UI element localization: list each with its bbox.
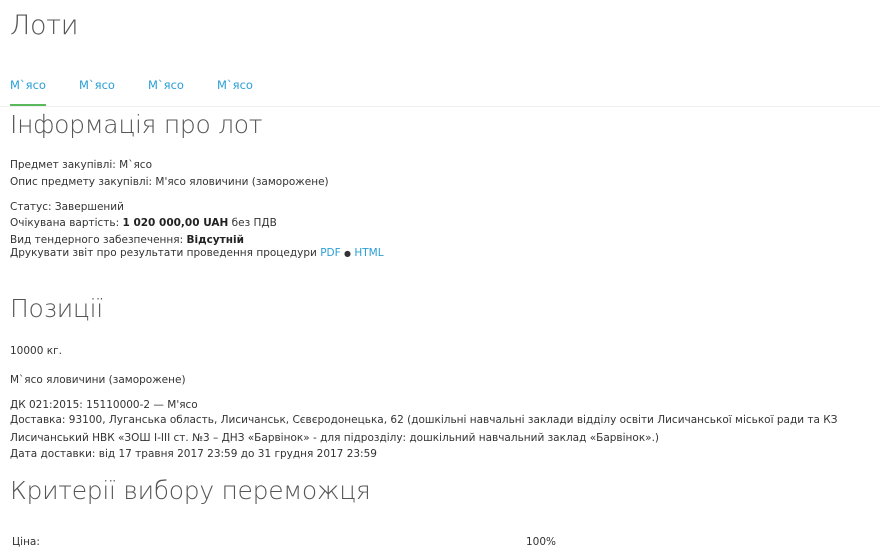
criteria-price-label: Ціна: (12, 536, 40, 548)
positions-heading: Позиції (10, 294, 103, 323)
subject-label: Предмет закупівлі: (10, 159, 116, 171)
position-classifier: ДК 021:2015: 15110000-2 — М'ясо (10, 399, 198, 411)
criteria-heading: Критерії вибору переможця (10, 476, 371, 505)
position-quantity: 10000 кг. (10, 345, 62, 357)
status-label: Статус: (10, 201, 52, 213)
tab-lot-3[interactable]: М`ясо (148, 78, 184, 104)
position-delivery-line1: Доставка: 93100, Луганська область, Лиси… (10, 414, 838, 426)
subject-row: Предмет закупівлі: М`ясо (10, 158, 152, 172)
tab-lot-2[interactable]: М`ясо (79, 78, 115, 104)
description-value: М'ясо яловичини (заморожене) (155, 176, 329, 188)
lot-page: Лоти М`ясо М`ясо М`ясо М`ясо Інформація … (0, 0, 888, 557)
expected-cost-row: Очікувана вартість: 1 020 000,00 UAH без… (10, 216, 277, 230)
position-delivery-line2: Лисичанський НВК «ЗОШ І-ІІІ ст. №3 – ДНЗ… (10, 432, 660, 444)
description-row: Опис предмету закупівлі: М'ясо яловичини… (10, 175, 329, 189)
expected-cost-label: Очікувана вартість: (10, 217, 120, 229)
security-row: Вид тендерного забезпечення: Відсутній (10, 233, 244, 247)
security-value: Відсутній (186, 234, 244, 246)
print-pdf-link[interactable]: PDF (320, 247, 340, 259)
print-report-label: Друкувати звіт про результати проведення… (10, 247, 317, 259)
page-title: Лоти (10, 10, 79, 41)
position-item-name: М`ясо яловичини (заморожене) (10, 374, 186, 386)
tab-lot-1[interactable]: М`ясо (10, 78, 46, 106)
expected-cost-suffix: без ПДВ (231, 217, 277, 229)
print-report-row: Друкувати звіт про результати проведення… (10, 246, 384, 261)
status-row: Статус: Завершений (10, 200, 124, 214)
security-label: Вид тендерного забезпечення: (10, 234, 184, 246)
subject-value: М`ясо (119, 159, 152, 171)
separator-dot-icon: ● (344, 249, 351, 258)
lot-tabs: М`ясо М`ясо М`ясо М`ясо (0, 72, 880, 107)
position-delivery-date: Дата доставки: від 17 травня 2017 23:59 … (10, 448, 377, 460)
expected-cost-value: 1 020 000,00 UAH (122, 217, 229, 229)
print-html-link[interactable]: HTML (354, 247, 383, 259)
description-label: Опис предмету закупівлі: (10, 176, 153, 188)
criteria-price-value: 100% (526, 536, 557, 548)
tab-lot-4[interactable]: М`ясо (217, 78, 253, 104)
lot-info-heading: Інформація про лот (10, 110, 263, 139)
status-value: Завершений (54, 201, 124, 213)
